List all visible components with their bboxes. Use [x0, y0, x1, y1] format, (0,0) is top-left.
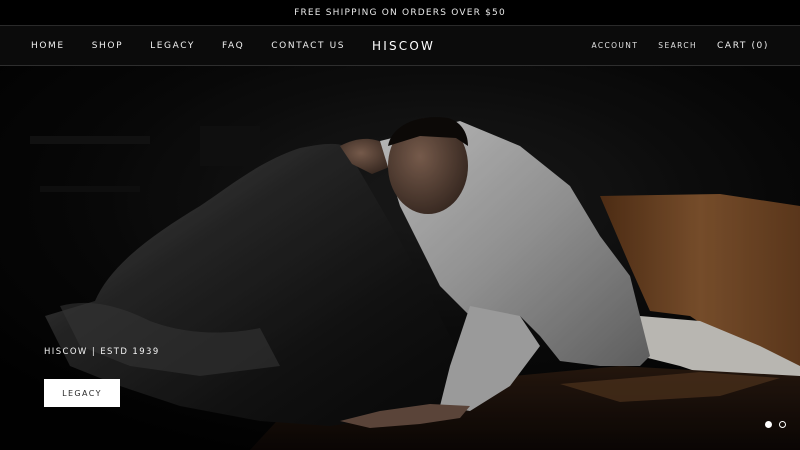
search-link[interactable]: SEARCH	[658, 41, 697, 50]
utility-navigation: ACCOUNT SEARCH CART (0)	[571, 26, 769, 65]
nav-link-faq[interactable]: FAQ	[222, 41, 244, 51]
page: FREE SHIPPING ON ORDERS OVER $50 HOME SH…	[0, 0, 800, 450]
hero-image	[0, 66, 800, 450]
slideshow-dots	[758, 421, 786, 428]
main-navigation: HOME SHOP LEGACY FAQ CONTACT US	[31, 26, 372, 65]
nav-link-home[interactable]: HOME	[31, 41, 65, 51]
slide-dot-2[interactable]	[779, 421, 786, 428]
slide-dot-1[interactable]	[765, 421, 772, 428]
site-logo[interactable]: HISCOW	[372, 26, 435, 65]
account-link[interactable]: ACCOUNT	[591, 41, 638, 50]
site-header: HOME SHOP LEGACY FAQ CONTACT US HISCOW A…	[0, 26, 800, 66]
nav-link-contact-us[interactable]: CONTACT US	[271, 41, 345, 51]
nav-link-legacy[interactable]: LEGACY	[150, 41, 195, 51]
hero-subtitle: HISCOW | ESTD 1939	[44, 347, 160, 357]
cart-link[interactable]: CART (0)	[717, 41, 769, 51]
legacy-button[interactable]: LEGACY	[44, 379, 120, 407]
hero-banner	[0, 66, 800, 450]
nav-link-shop[interactable]: SHOP	[92, 41, 123, 51]
announcement-text: FREE SHIPPING ON ORDERS OVER $50	[294, 7, 506, 18]
announcement-bar: FREE SHIPPING ON ORDERS OVER $50	[0, 0, 800, 26]
